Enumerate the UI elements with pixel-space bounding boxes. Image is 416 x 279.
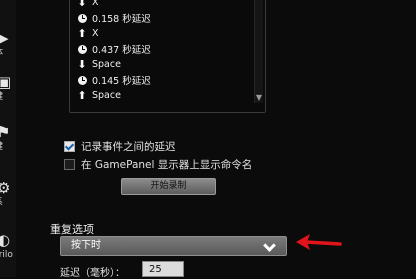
clock-icon: [76, 74, 88, 86]
sidebar-item-play[interactable]: ▶ 体: [0, 30, 16, 66]
show-names-option[interactable]: 在 GamePanel 显示器上显示命令名: [64, 157, 252, 172]
start-recording-button[interactable]: 开始录制: [121, 178, 216, 195]
macro-list-item[interactable]: 0.437 秒延迟: [76, 42, 151, 58]
macro-list-scrollbar[interactable]: ▼: [254, 0, 263, 103]
macro-list-item[interactable]: ⬇ X: [76, 0, 151, 11]
repeat-mode-value: 按下时: [71, 240, 101, 251]
macro-list-item[interactable]: ⬆ X: [76, 26, 151, 42]
macro-item-text: 0.158 秒延迟: [92, 14, 151, 26]
flag-icon: ⚑: [0, 123, 11, 141]
sidebar-item-label: zrilo: [0, 250, 13, 260]
repeat-options-title: 重复选项: [50, 223, 94, 236]
sidebar-item-flag[interactable]: ⚑ 键: [0, 124, 16, 160]
show-names-checkbox[interactable]: [64, 159, 75, 170]
record-delays-checkbox[interactable]: [64, 141, 75, 152]
macro-list-item[interactable]: 0.145 秒延迟: [76, 73, 151, 89]
scroll-down-icon[interactable]: ▼: [255, 93, 263, 103]
macro-item-text: Space: [92, 59, 121, 71]
clock-icon: [76, 43, 88, 55]
macro-list: ⬇ X 0.158 秒延迟 ⬆ X 0.437 秒延迟 ⬇ Space 0.145 秒延迟 ⬆ Sp…: [76, 0, 151, 104]
sidebar-item-image[interactable]: ▣ 键: [0, 74, 16, 110]
up-arrow-icon: ⬆: [77, 26, 87, 40]
sidebar: ▶ 体 ▣ 键 ⚑ 键 ⚙ 系 ◐ zrilo: [0, 0, 16, 277]
clock-icon: [76, 12, 88, 24]
record-delays-option[interactable]: 记录事件之间的延迟: [64, 139, 176, 154]
macro-item-text: Space: [92, 90, 121, 102]
sidebar-item-clock[interactable]: ◐ zrilo: [0, 232, 16, 268]
gear-icon: ⚙: [0, 179, 11, 197]
chevron-down-icon: [263, 239, 276, 252]
play-icon: ▶: [0, 29, 9, 47]
up-arrow-icon: ⬆: [77, 88, 87, 102]
sidebar-item-settings[interactable]: ⚙ 系: [0, 180, 16, 216]
annotation-arrow-icon: [296, 234, 342, 250]
macro-item-text: 0.145 秒延迟: [92, 76, 151, 88]
sidebar-item-label: 键: [0, 142, 3, 152]
macro-list-item[interactable]: ⬇ Space: [76, 57, 151, 73]
macro-list-item[interactable]: ⬆ Space: [76, 88, 151, 104]
record-delays-label: 记录事件之间的延迟: [81, 141, 176, 153]
sidebar-item-label: 体: [0, 48, 3, 58]
sidebar-item-label: 系: [0, 198, 3, 208]
sidebar-item-label: 键: [0, 92, 3, 102]
image-icon: ▣: [0, 73, 12, 91]
delay-input[interactable]: 25: [142, 261, 184, 277]
macro-item-text: X: [92, 0, 99, 9]
show-names-label: 在 GamePanel 显示器上显示命令名: [81, 159, 253, 171]
macro-item-text: 0.437 秒延迟: [92, 45, 151, 57]
down-arrow-icon: ⬇: [77, 57, 87, 71]
clock-icon: ◐: [0, 231, 11, 249]
macro-list-item[interactable]: 0.158 秒延迟: [76, 11, 151, 27]
down-arrow-icon: ⬇: [77, 0, 87, 9]
repeat-mode-select[interactable]: 按下时: [60, 236, 287, 256]
macro-event-list[interactable]: ⬇ X 0.158 秒延迟 ⬆ X 0.437 秒延迟 ⬇ Space 0.145 秒延迟 ⬆ Sp…: [69, 0, 266, 113]
macro-item-text: X: [92, 28, 99, 40]
